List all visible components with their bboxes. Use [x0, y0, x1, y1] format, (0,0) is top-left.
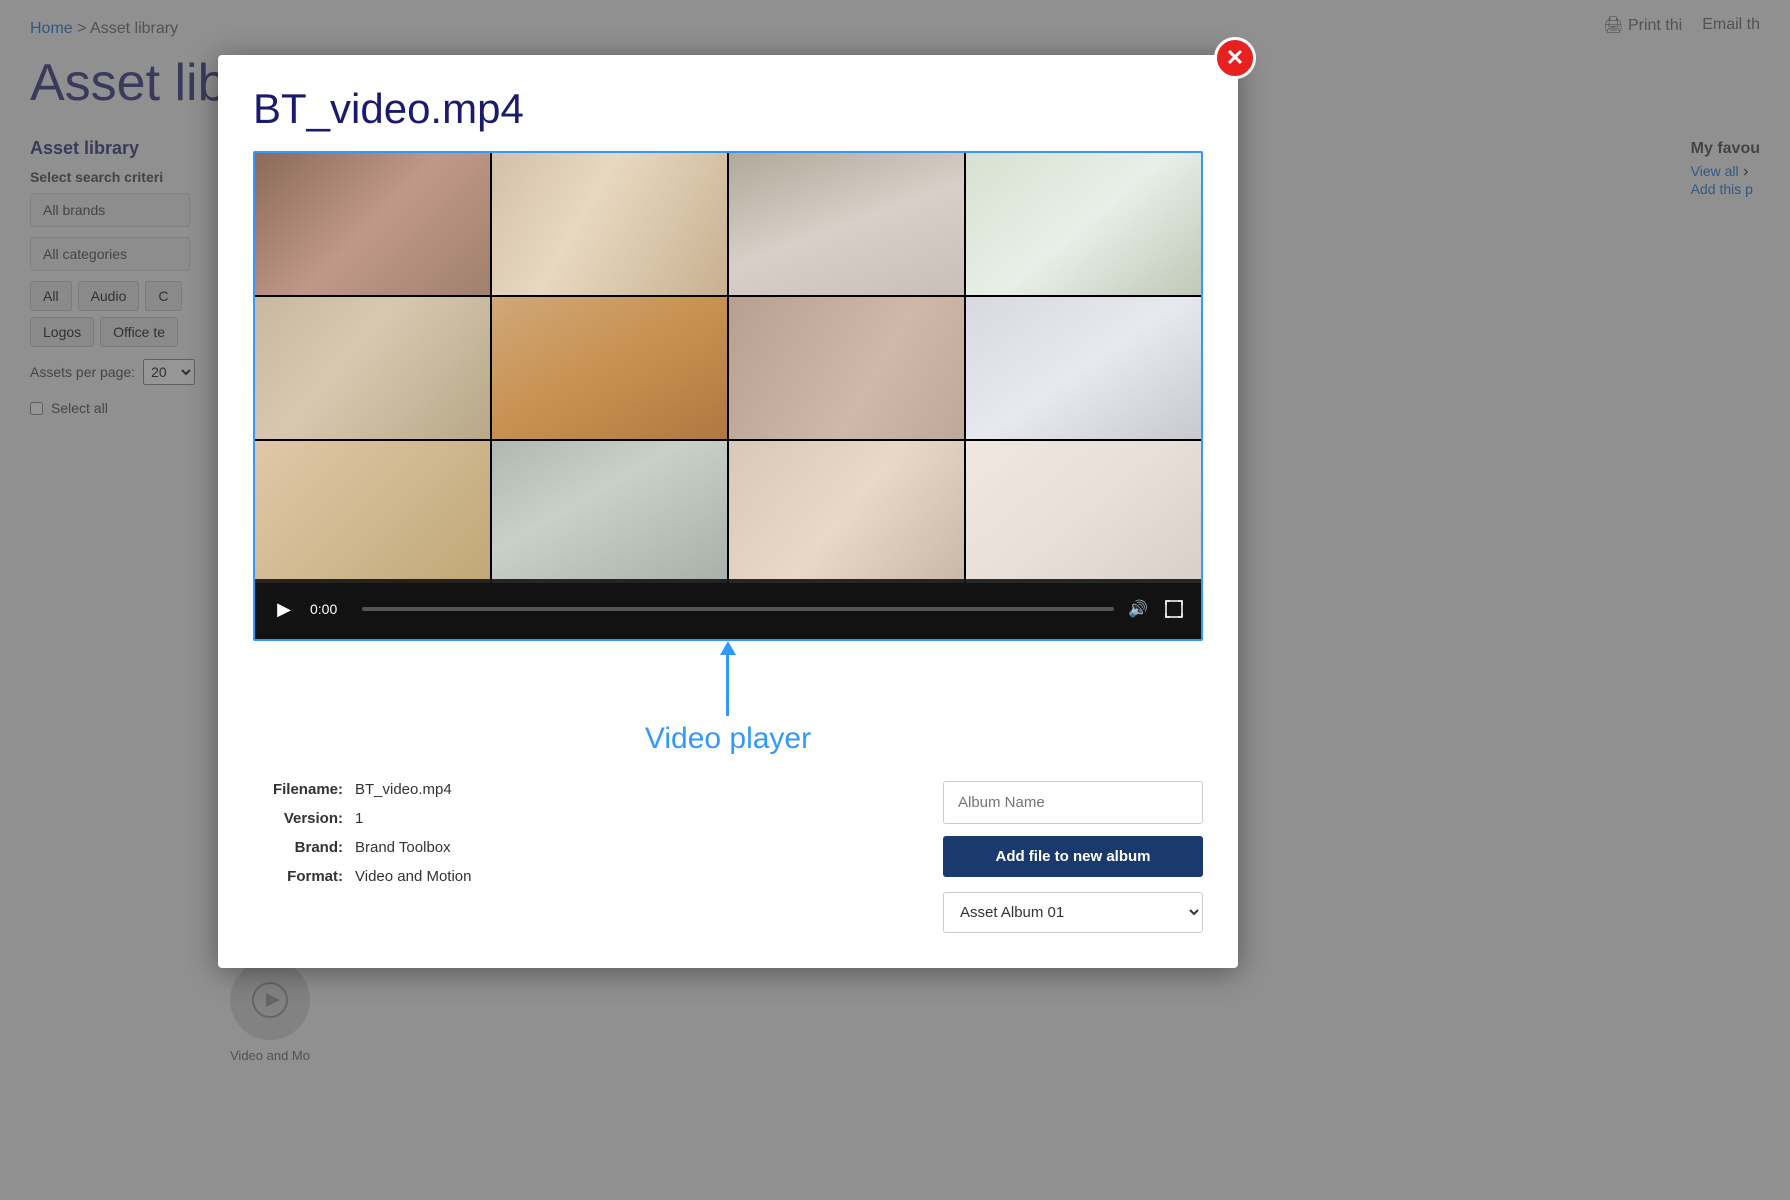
brand-value: Brand Toolbox	[355, 839, 451, 856]
version-value: 1	[355, 810, 363, 827]
volume-button[interactable]: 🔊	[1126, 597, 1150, 621]
video-cell-10	[492, 441, 727, 583]
annotation-arrowhead	[720, 641, 736, 655]
time-display: 0:00	[310, 601, 350, 617]
fullscreen-button[interactable]	[1162, 597, 1186, 621]
format-row: Format: Video and Motion	[253, 868, 923, 885]
video-controls: ▶ 0:00 🔊	[255, 579, 1201, 639]
video-annotation-container: Video player	[253, 651, 1203, 761]
video-cell-9	[255, 441, 490, 583]
brand-label: Brand:	[253, 839, 343, 856]
brand-row: Brand: Brand Toolbox	[253, 839, 923, 856]
video-cell-6	[492, 297, 727, 439]
play-button[interactable]: ▶	[270, 595, 298, 623]
volume-icon: 🔊	[1128, 599, 1148, 619]
format-label: Format:	[253, 868, 343, 885]
video-cell-7	[729, 297, 964, 439]
album-name-input[interactable]	[943, 781, 1203, 824]
video-cell-1	[255, 153, 490, 295]
format-value: Video and Motion	[355, 868, 471, 885]
file-details: Filename: BT_video.mp4 Version: 1 Brand:…	[253, 781, 923, 933]
video-cell-4	[966, 153, 1201, 295]
add-album-button[interactable]: Add file to new album	[943, 836, 1203, 877]
video-grid	[255, 153, 1201, 583]
video-cell-8	[966, 297, 1201, 439]
close-icon: ✕	[1226, 45, 1244, 71]
album-select-dropdown[interactable]: Asset Album 01 Asset Album 02 Asset Albu…	[943, 892, 1203, 933]
modal-dialog: ✕ BT_video.mp4 ▶ 0:00	[218, 55, 1238, 968]
video-cell-3	[729, 153, 964, 295]
version-row: Version: 1	[253, 810, 923, 827]
video-cell-5	[255, 297, 490, 439]
annotation-text: Video player	[645, 722, 811, 756]
modal-title: BT_video.mp4	[253, 85, 1203, 133]
video-cell-2	[492, 153, 727, 295]
filename-label: Filename:	[253, 781, 343, 798]
video-annotation: Video player	[645, 651, 811, 756]
play-icon: ▶	[277, 599, 291, 620]
progress-bar[interactable]	[362, 607, 1114, 611]
filename-row: Filename: BT_video.mp4	[253, 781, 923, 798]
filename-value: BT_video.mp4	[355, 781, 452, 798]
video-player[interactable]: ▶ 0:00 🔊	[253, 151, 1203, 641]
video-cell-12	[966, 441, 1201, 583]
album-section: Add file to new album Asset Album 01 Ass…	[943, 781, 1203, 933]
video-cell-11	[729, 441, 964, 583]
close-button[interactable]: ✕	[1214, 37, 1256, 79]
file-details-row: Filename: BT_video.mp4 Version: 1 Brand:…	[253, 781, 1203, 933]
fullscreen-icon	[1165, 600, 1183, 618]
version-label: Version:	[253, 810, 343, 827]
annotation-line	[726, 651, 729, 716]
